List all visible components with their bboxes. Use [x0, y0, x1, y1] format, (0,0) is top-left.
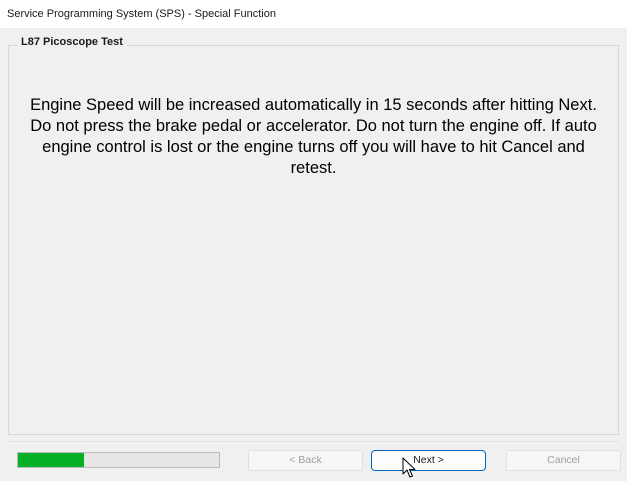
title-bar[interactable]: Service Programming System (SPS) - Speci…	[0, 0, 627, 28]
divider	[8, 441, 619, 442]
instruction-message: Engine Speed will be increased automatic…	[30, 96, 597, 177]
progress-fill	[18, 453, 85, 467]
pointer-cursor-icon	[402, 457, 416, 478]
window-title: Service Programming System (SPS) - Speci…	[7, 8, 276, 20]
next-button[interactable]: Next >	[371, 450, 486, 471]
cancel-button[interactable]: Cancel	[506, 450, 621, 471]
dialog-window: Service Programming System (SPS) - Speci…	[0, 0, 627, 481]
progress-bar	[17, 452, 220, 468]
group-title: L87 Picoscope Test	[17, 36, 127, 48]
back-button[interactable]: < Back	[248, 450, 363, 471]
